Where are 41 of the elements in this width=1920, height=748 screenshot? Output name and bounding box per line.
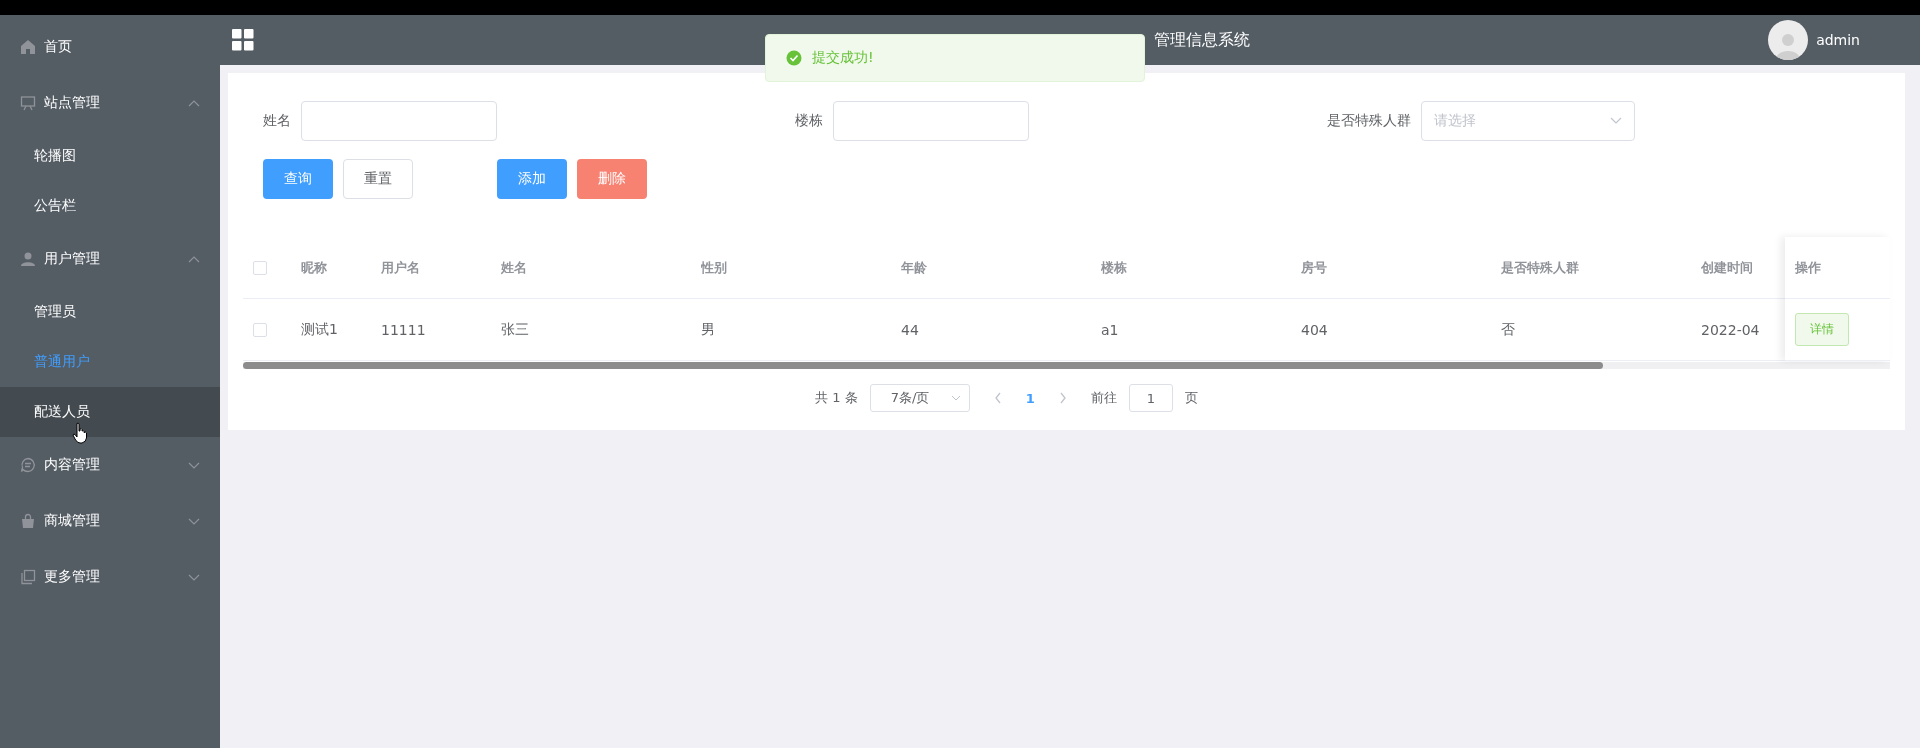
field-label: 是否特殊人群 — [1327, 112, 1411, 130]
column-header: 昵称 — [301, 258, 328, 277]
table-cell-text: 2022-04 — [1701, 321, 1761, 338]
column-header: 房号 — [1301, 258, 1328, 277]
column-header: 年龄 — [901, 258, 928, 277]
column-header: 用户名 — [381, 258, 421, 277]
column-header: 性别 — [701, 258, 728, 277]
menu-group[interactable]: 商城管理 — [0, 493, 220, 549]
username[interactable]: admin — [1816, 32, 1860, 48]
page-input[interactable]: 1 — [1128, 384, 1173, 412]
column-header: 是否特殊人群 — [1501, 258, 1580, 277]
table-cell-text: a1 — [1101, 321, 1120, 338]
field-label: 姓名 — [263, 112, 291, 130]
action-button[interactable]: 重置 — [343, 159, 413, 199]
table-cell-text: 44 — [901, 321, 920, 338]
table-cell-text: 男 — [701, 320, 716, 339]
menu-group[interactable]: 首页 — [0, 19, 220, 75]
menu-group[interactable]: 内容管理 — [0, 437, 220, 493]
table-cell-text: 张三 — [501, 320, 530, 339]
column-header: 创建时间 — [1701, 258, 1754, 277]
table-cell-text: 测试1 — [301, 320, 339, 339]
menu-item[interactable]: 轮播图 — [0, 131, 220, 181]
table-cell-text: 404 — [1301, 321, 1329, 338]
column-header: 姓名 — [501, 258, 528, 277]
window-title: 管理信息系统 — [1154, 29, 1250, 51]
menu-group[interactable]: 站点管理 — [0, 75, 220, 131]
menu-item[interactable]: 配送人员 — [0, 387, 220, 437]
column-header: 楼栋 — [1101, 258, 1128, 277]
menu-item[interactable]: 管理员 — [0, 287, 220, 337]
toast-message: 提交成功! — [812, 49, 874, 67]
column-header: 操作 — [1795, 258, 1821, 277]
page-suffix: 页 — [1184, 389, 1198, 407]
table-cell-text: 否 — [1501, 320, 1516, 339]
menu-item[interactable]: 公告栏 — [0, 181, 220, 231]
field-label: 楼栋 — [795, 112, 823, 130]
menu-group[interactable]: 用户管理 — [0, 231, 220, 287]
table-cell-text: 11111 — [381, 321, 427, 338]
total-count: 共 1 条 — [815, 389, 858, 407]
page-size-select[interactable]: 7条/页 — [869, 384, 970, 412]
menu-group[interactable]: 更多管理 — [0, 549, 220, 605]
goto-label: 前往 — [1090, 389, 1117, 407]
